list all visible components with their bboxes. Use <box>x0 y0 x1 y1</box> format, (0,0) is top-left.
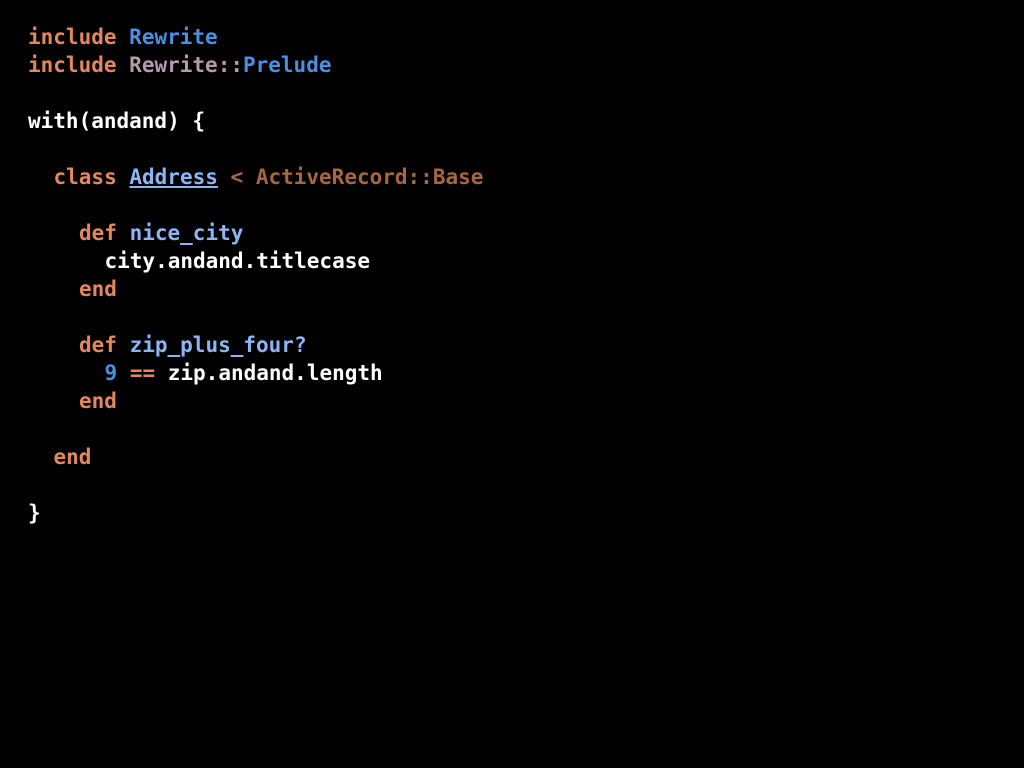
code-token: with(andand) { <box>28 109 206 133</box>
code-token: 9 <box>104 361 118 385</box>
code-token: include <box>28 25 117 49</box>
code-token: end <box>79 277 117 301</box>
code-token: zip.andand.length <box>155 361 383 385</box>
code-token: } <box>28 501 41 525</box>
code-line: city.andand.titlecase <box>28 247 1008 275</box>
code-token: nice_city <box>129 221 244 245</box>
code-token: Rewrite <box>129 25 218 49</box>
code-token: def <box>79 333 117 357</box>
code-line: } <box>28 499 1008 527</box>
code-line: def nice_city <box>28 219 1008 247</box>
code-editor[interactable]: include Rewrite include Rewrite::Prelude w… <box>28 23 1008 527</box>
code-line: end <box>28 443 1008 471</box>
code-token: Rewrite <box>129 53 218 77</box>
code-token: Address <box>129 165 218 189</box>
code-line: end <box>28 275 1008 303</box>
code-token: < ActiveRecord::Base <box>217 165 484 189</box>
code-token: city.andand.titlecase <box>104 249 371 273</box>
code-token: :: <box>217 53 243 77</box>
code-line: with(andand) { <box>28 107 1008 135</box>
code-token: end <box>79 389 117 413</box>
code-token: include <box>28 53 117 77</box>
code-token: class <box>53 165 117 189</box>
code-line: include Rewrite::Prelude <box>28 51 1008 79</box>
code-line: end <box>28 387 1008 415</box>
code-line: include Rewrite <box>28 23 1008 51</box>
code-token: def <box>79 221 117 245</box>
code-token: zip_plus_four? <box>129 333 307 357</box>
code-token: == <box>129 361 156 385</box>
code-token: Prelude <box>242 53 332 77</box>
code-line: class Address < ActiveRecord::Base <box>28 163 1008 191</box>
code-token: end <box>53 445 92 469</box>
code-line: 9 == zip.andand.length <box>28 359 1008 387</box>
code-line: def zip_plus_four? <box>28 331 1008 359</box>
